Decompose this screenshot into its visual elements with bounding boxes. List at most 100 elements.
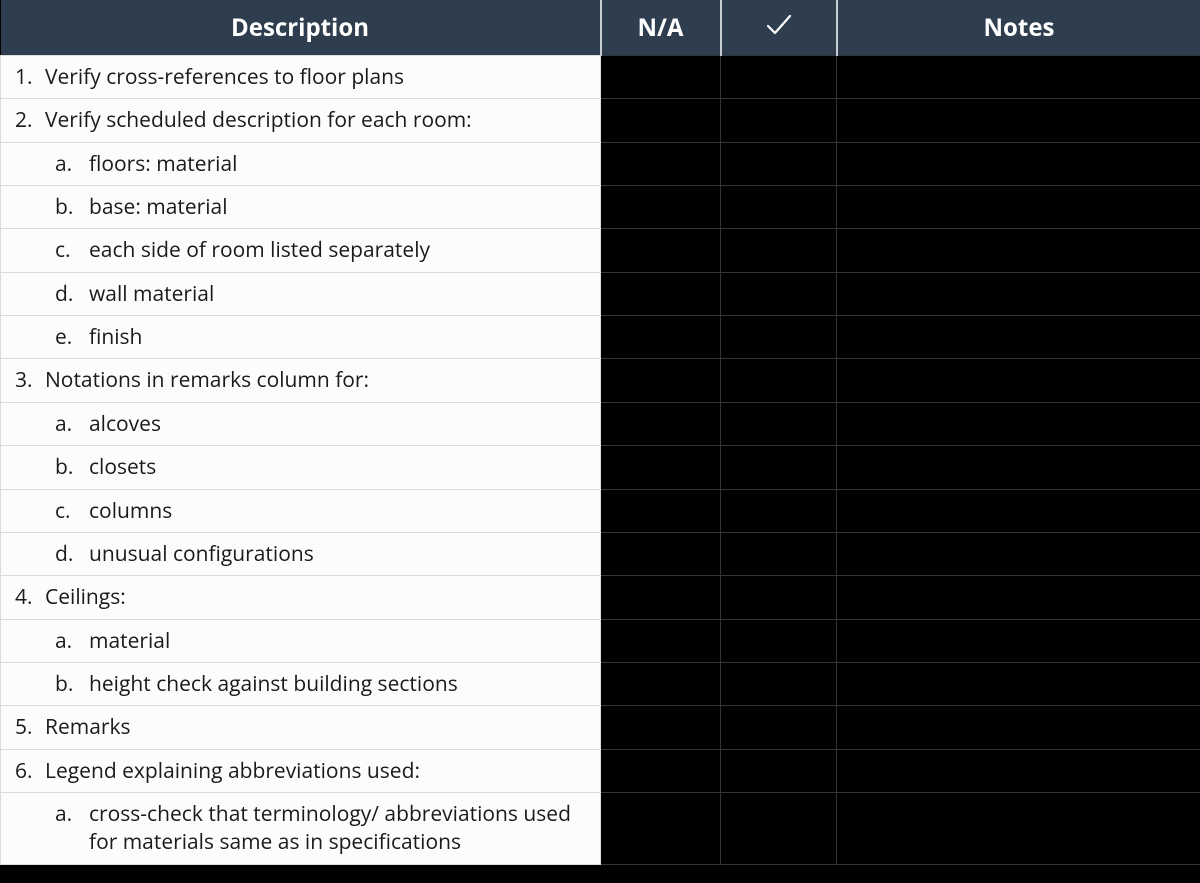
check-cell[interactable]: [721, 359, 837, 402]
notes-cell[interactable]: [837, 576, 1200, 619]
table-row: 1.Verify cross-references to floor plans: [1, 56, 1200, 99]
check-cell[interactable]: [721, 706, 837, 749]
na-cell[interactable]: [601, 749, 721, 792]
description-cell: b.base: material: [1, 186, 601, 229]
check-cell[interactable]: [721, 662, 837, 705]
check-cell[interactable]: [721, 749, 837, 792]
table-row: a.alcoves: [1, 402, 1200, 445]
na-cell[interactable]: [601, 489, 721, 532]
na-cell[interactable]: [601, 706, 721, 749]
table-row: a.cross-check that terminology/ abbrevia…: [1, 792, 1200, 864]
check-cell[interactable]: [721, 489, 837, 532]
description-cell: e.finish: [1, 316, 601, 359]
notes-cell[interactable]: [837, 272, 1200, 315]
check-cell[interactable]: [721, 576, 837, 619]
description-cell: 6.Legend explaining abbreviations used:: [1, 749, 601, 792]
check-cell[interactable]: [721, 56, 837, 99]
check-cell[interactable]: [721, 619, 837, 662]
item-text: Legend explaining abbreviations used:: [45, 757, 590, 785]
notes-cell[interactable]: [837, 749, 1200, 792]
notes-cell[interactable]: [837, 229, 1200, 272]
na-cell[interactable]: [601, 619, 721, 662]
na-cell[interactable]: [601, 576, 721, 619]
item-text: cross-check that terminology/ abbreviati…: [89, 800, 590, 857]
notes-cell[interactable]: [837, 532, 1200, 575]
na-cell[interactable]: [601, 272, 721, 315]
notes-cell[interactable]: [837, 186, 1200, 229]
notes-cell[interactable]: [837, 792, 1200, 864]
notes-cell[interactable]: [837, 402, 1200, 445]
check-cell[interactable]: [721, 99, 837, 142]
description-cell: 4.Ceilings:: [1, 576, 601, 619]
item-number: 2.: [15, 106, 45, 134]
na-cell[interactable]: [601, 316, 721, 359]
table-row: 4.Ceilings:: [1, 576, 1200, 619]
check-cell[interactable]: [721, 229, 837, 272]
item-text: wall material: [89, 280, 590, 308]
notes-cell[interactable]: [837, 359, 1200, 402]
item-text: columns: [89, 497, 590, 525]
check-cell[interactable]: [721, 186, 837, 229]
table-row: a.floors: material: [1, 142, 1200, 185]
description-cell: d.unusual configurations: [1, 532, 601, 575]
description-cell: 3.Notations in remarks column for:: [1, 359, 601, 402]
item-number: 3.: [15, 366, 45, 394]
na-cell[interactable]: [601, 56, 721, 99]
na-cell[interactable]: [601, 142, 721, 185]
na-cell[interactable]: [601, 186, 721, 229]
na-cell[interactable]: [601, 99, 721, 142]
item-text: base: material: [89, 193, 590, 221]
header-na: N/A: [601, 0, 721, 56]
notes-cell[interactable]: [837, 489, 1200, 532]
na-cell[interactable]: [601, 662, 721, 705]
item-letter: a.: [55, 800, 89, 828]
item-number: 6.: [15, 757, 45, 785]
item-letter: b.: [55, 193, 89, 221]
table-row: a.material: [1, 619, 1200, 662]
notes-cell[interactable]: [837, 706, 1200, 749]
item-text: Notations in remarks column for:: [45, 366, 590, 394]
checklist-table: Description N/A Notes 1.Verify cross-ref…: [0, 0, 1200, 865]
notes-cell[interactable]: [837, 662, 1200, 705]
check-cell[interactable]: [721, 316, 837, 359]
notes-cell[interactable]: [837, 142, 1200, 185]
item-letter: d.: [55, 280, 89, 308]
table-row: c.each side of room listed separately: [1, 229, 1200, 272]
na-cell[interactable]: [601, 229, 721, 272]
item-text: height check against building sections: [89, 670, 590, 698]
header-check: [721, 0, 837, 56]
header-description: Description: [1, 0, 601, 56]
notes-cell[interactable]: [837, 446, 1200, 489]
description-cell: b.height check against building sections: [1, 662, 601, 705]
item-text: each side of room listed separately: [89, 236, 590, 264]
item-letter: e.: [55, 323, 89, 351]
item-letter: c.: [55, 236, 89, 264]
description-cell: 1.Verify cross-references to floor plans: [1, 56, 601, 99]
notes-cell[interactable]: [837, 56, 1200, 99]
header-notes: Notes: [837, 0, 1200, 56]
check-cell[interactable]: [721, 532, 837, 575]
notes-cell[interactable]: [837, 619, 1200, 662]
na-cell[interactable]: [601, 792, 721, 864]
na-cell[interactable]: [601, 532, 721, 575]
na-cell[interactable]: [601, 446, 721, 489]
item-text: Verify cross-references to floor plans: [45, 63, 590, 91]
table-row: c.columns: [1, 489, 1200, 532]
check-cell[interactable]: [721, 142, 837, 185]
check-cell[interactable]: [721, 792, 837, 864]
table-row: b.height check against building sections: [1, 662, 1200, 705]
table-row: d.unusual configurations: [1, 532, 1200, 575]
notes-cell[interactable]: [837, 316, 1200, 359]
check-cell[interactable]: [721, 272, 837, 315]
table-row: e.finish: [1, 316, 1200, 359]
item-text: Remarks: [45, 713, 590, 741]
check-cell[interactable]: [721, 446, 837, 489]
notes-cell[interactable]: [837, 99, 1200, 142]
na-cell[interactable]: [601, 402, 721, 445]
description-cell: b.closets: [1, 446, 601, 489]
item-letter: b.: [55, 453, 89, 481]
item-number: 5.: [15, 713, 45, 741]
check-cell[interactable]: [721, 402, 837, 445]
item-text: material: [89, 627, 590, 655]
na-cell[interactable]: [601, 359, 721, 402]
